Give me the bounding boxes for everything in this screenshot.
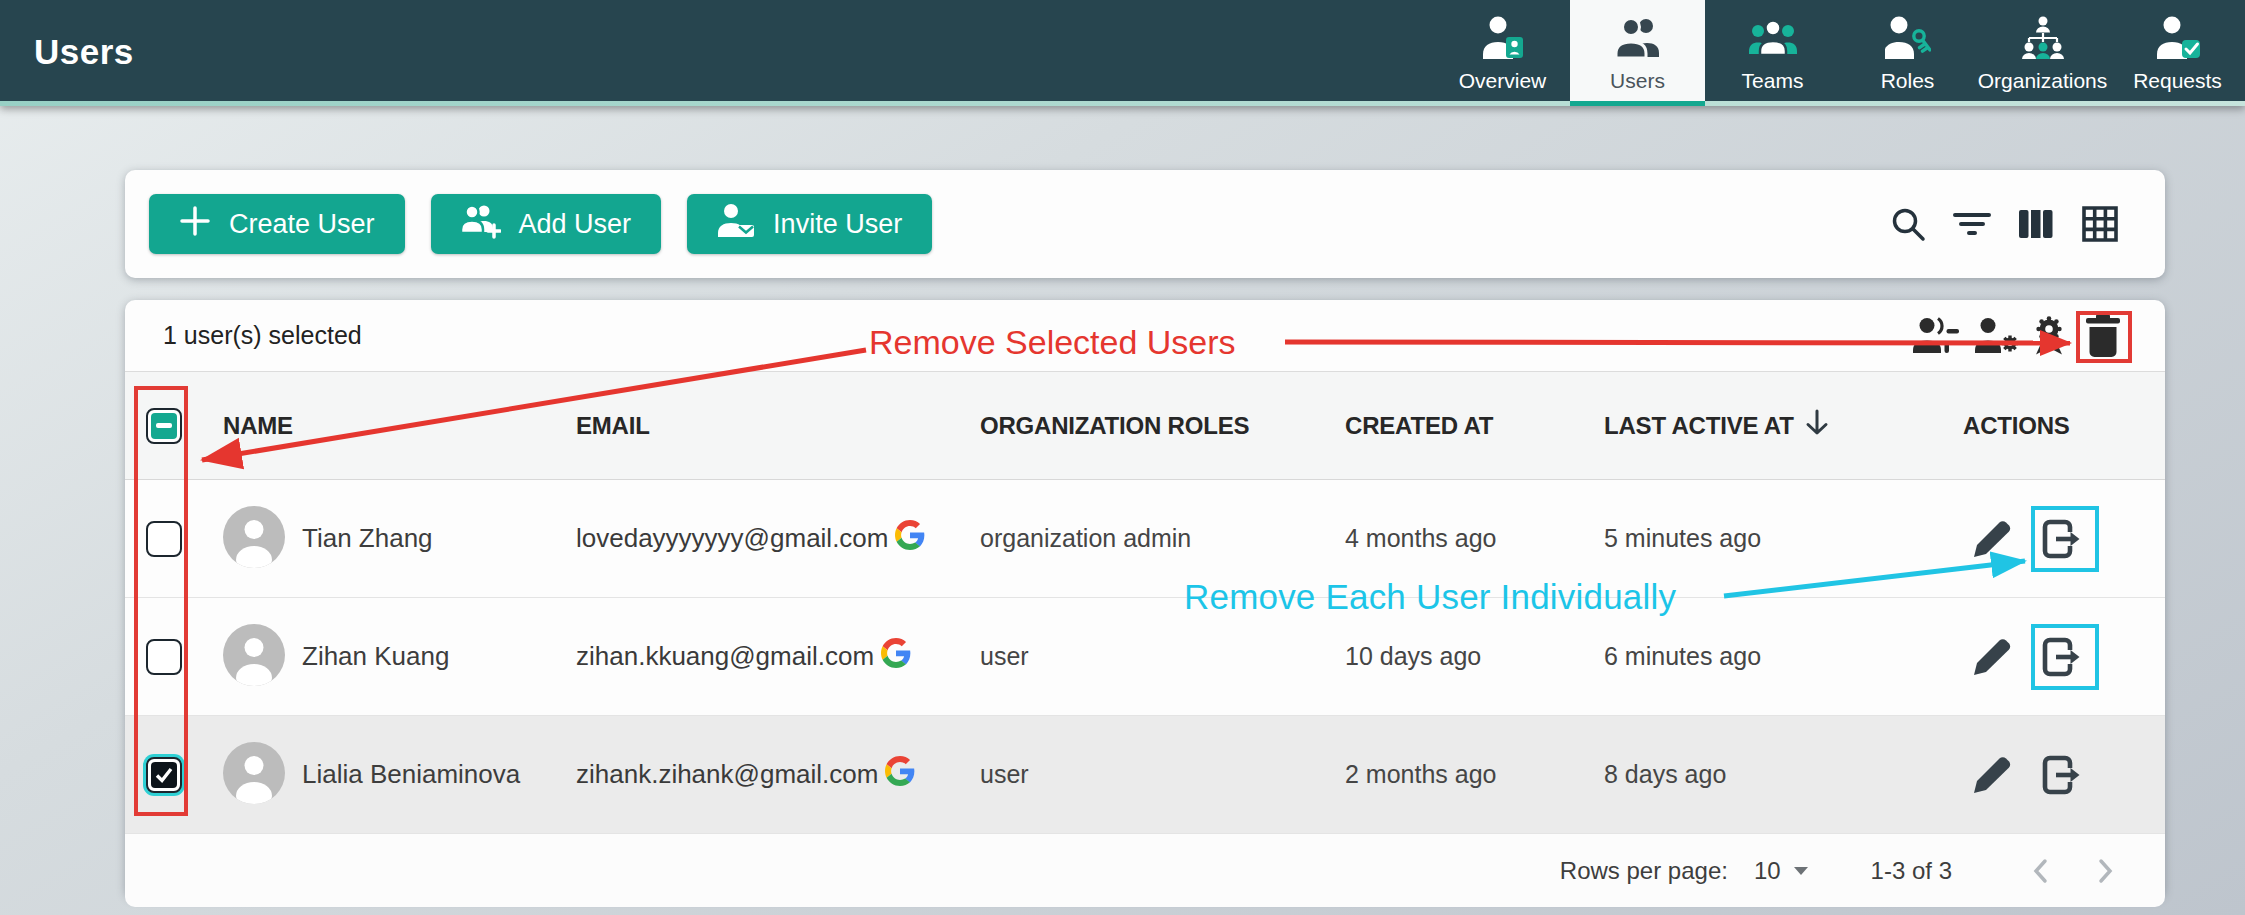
avatar — [223, 506, 285, 572]
create-user-button[interactable]: Create User — [149, 194, 405, 254]
remove-user-icon[interactable] — [2039, 752, 2085, 798]
rows-per-page-value: 10 — [1754, 857, 1781, 885]
tab-teams[interactable]: Teams — [1705, 0, 1840, 106]
user-name: Lialia Beniaminova — [302, 759, 520, 790]
table-row: Tian Zhang lovedayyyyyyy@gmail.com organ… — [125, 480, 2165, 598]
table-footer: Rows per page: 10 1-3 of 3 — [125, 834, 2165, 907]
remove-user-icon[interactable] — [2039, 516, 2085, 562]
user-email: lovedayyyyyyy@gmail.com — [576, 523, 888, 554]
google-icon — [881, 638, 911, 675]
row-checkbox[interactable] — [146, 757, 182, 793]
overview-icon — [1480, 16, 1526, 60]
remove-user-icon[interactable] — [2039, 634, 2085, 680]
user-name: Tian Zhang — [302, 523, 433, 554]
tab-users[interactable]: Users — [1570, 0, 1705, 106]
user-created-at: 4 months ago — [1345, 524, 1604, 553]
dropdown-arrow-icon — [1793, 866, 1809, 876]
column-header-name[interactable]: NAME — [203, 412, 576, 440]
user-created-at: 10 days ago — [1345, 642, 1604, 671]
google-icon — [895, 520, 925, 557]
toolbar-card: Create User Add User Invite User — [125, 170, 2165, 278]
page-title: Users — [34, 32, 134, 72]
delete-users-icon[interactable] — [2081, 314, 2125, 358]
tab-organizations-label: Organizations — [1978, 69, 2108, 93]
plus-icon — [179, 205, 211, 244]
search-icon[interactable] — [1889, 205, 1927, 243]
sort-desc-arrow-icon — [1804, 409, 1830, 443]
tab-roles[interactable]: Roles — [1840, 0, 1975, 106]
add-user-label: Add User — [519, 209, 632, 240]
remove-user-from-group-icon[interactable] — [1913, 316, 1961, 356]
edit-user-icon[interactable] — [1969, 752, 2015, 798]
user-org-roles: organization admin — [980, 524, 1345, 553]
row-checkbox[interactable] — [146, 521, 182, 557]
pagination-range: 1-3 of 3 — [1871, 857, 1952, 885]
users-table-card: 1 user(s) selected — [125, 300, 2165, 898]
columns-icon[interactable] — [2017, 205, 2055, 243]
column-header-last-active-at[interactable]: LAST ACTIVE AT — [1604, 409, 1963, 443]
header-checkbox-cell — [125, 408, 203, 444]
table-row: Lialia Beniaminova zihank.zihank@gmail.c… — [125, 716, 2165, 834]
column-header-actions: ACTIONS — [1963, 412, 2165, 440]
table-toolbar-icons — [1889, 205, 2119, 243]
teams-icon — [1749, 16, 1797, 60]
app-header: Users Overview — [0, 0, 2245, 106]
user-last-active-at: 8 days ago — [1604, 760, 1963, 789]
edit-user-icon[interactable] — [1969, 516, 2015, 562]
select-all-checkbox[interactable] — [146, 408, 182, 444]
selection-count: 1 user(s) selected — [163, 321, 362, 350]
tab-users-label: Users — [1610, 69, 1665, 93]
selection-actions — [1913, 314, 2125, 358]
user-email: zihan.kkuang@gmail.com — [576, 641, 874, 672]
users-icon — [1615, 16, 1661, 60]
user-settings-icon[interactable] — [1975, 316, 2023, 356]
column-header-created-at[interactable]: CREATED AT — [1345, 412, 1604, 440]
invite-user-label: Invite User — [773, 209, 902, 240]
create-user-label: Create User — [229, 209, 375, 240]
main-nav: Overview Users — [1435, 0, 2245, 106]
edit-user-icon[interactable] — [1969, 634, 2015, 680]
tab-requests-label: Requests — [2133, 69, 2222, 93]
prev-page-icon[interactable] — [2026, 856, 2056, 886]
user-last-active-at: 5 minutes ago — [1604, 524, 1963, 553]
user-last-active-at: 6 minutes ago — [1604, 642, 1963, 671]
column-header-org-roles[interactable]: ORGANIZATION ROLES — [980, 412, 1345, 440]
selection-bar: 1 user(s) selected — [125, 300, 2165, 372]
roles-icon — [1885, 16, 1931, 60]
avatar — [223, 742, 285, 808]
avatar — [223, 624, 285, 690]
group-add-icon — [461, 203, 501, 246]
certify-user-icon[interactable] — [2029, 315, 2069, 357]
filter-icon[interactable] — [1953, 205, 1991, 243]
user-created-at: 2 months ago — [1345, 760, 1604, 789]
tab-overview-label: Overview — [1459, 69, 1547, 93]
user-org-roles: user — [980, 760, 1345, 789]
row-checkbox[interactable] — [146, 639, 182, 675]
next-page-icon[interactable] — [2090, 856, 2120, 886]
person-invite-icon — [717, 203, 755, 246]
tab-overview[interactable]: Overview — [1435, 0, 1570, 106]
organizations-icon — [2019, 16, 2067, 60]
tab-requests[interactable]: Requests — [2110, 0, 2245, 106]
user-org-roles: user — [980, 642, 1345, 671]
user-name: Zihan Kuang — [302, 641, 449, 672]
tab-organizations[interactable]: Organizations — [1975, 0, 2110, 106]
table-header-row: NAME EMAIL ORGANIZATION ROLES CREATED AT… — [125, 372, 2165, 480]
google-icon — [885, 756, 915, 793]
user-email: zihank.zihank@gmail.com — [576, 759, 878, 790]
column-header-email[interactable]: EMAIL — [576, 412, 980, 440]
last-active-label: LAST ACTIVE AT — [1604, 412, 1794, 440]
grid-icon[interactable] — [2081, 205, 2119, 243]
table-row: Zihan Kuang zihan.kkuang@gmail.com user … — [125, 598, 2165, 716]
tab-roles-label: Roles — [1881, 69, 1935, 93]
rows-per-page-label: Rows per page: — [1560, 857, 1728, 885]
rows-per-page-select[interactable]: 10 — [1754, 857, 1809, 885]
tab-teams-label: Teams — [1742, 69, 1804, 93]
requests-icon — [2155, 16, 2201, 60]
invite-user-button[interactable]: Invite User — [687, 194, 932, 254]
add-user-button[interactable]: Add User — [431, 194, 662, 254]
